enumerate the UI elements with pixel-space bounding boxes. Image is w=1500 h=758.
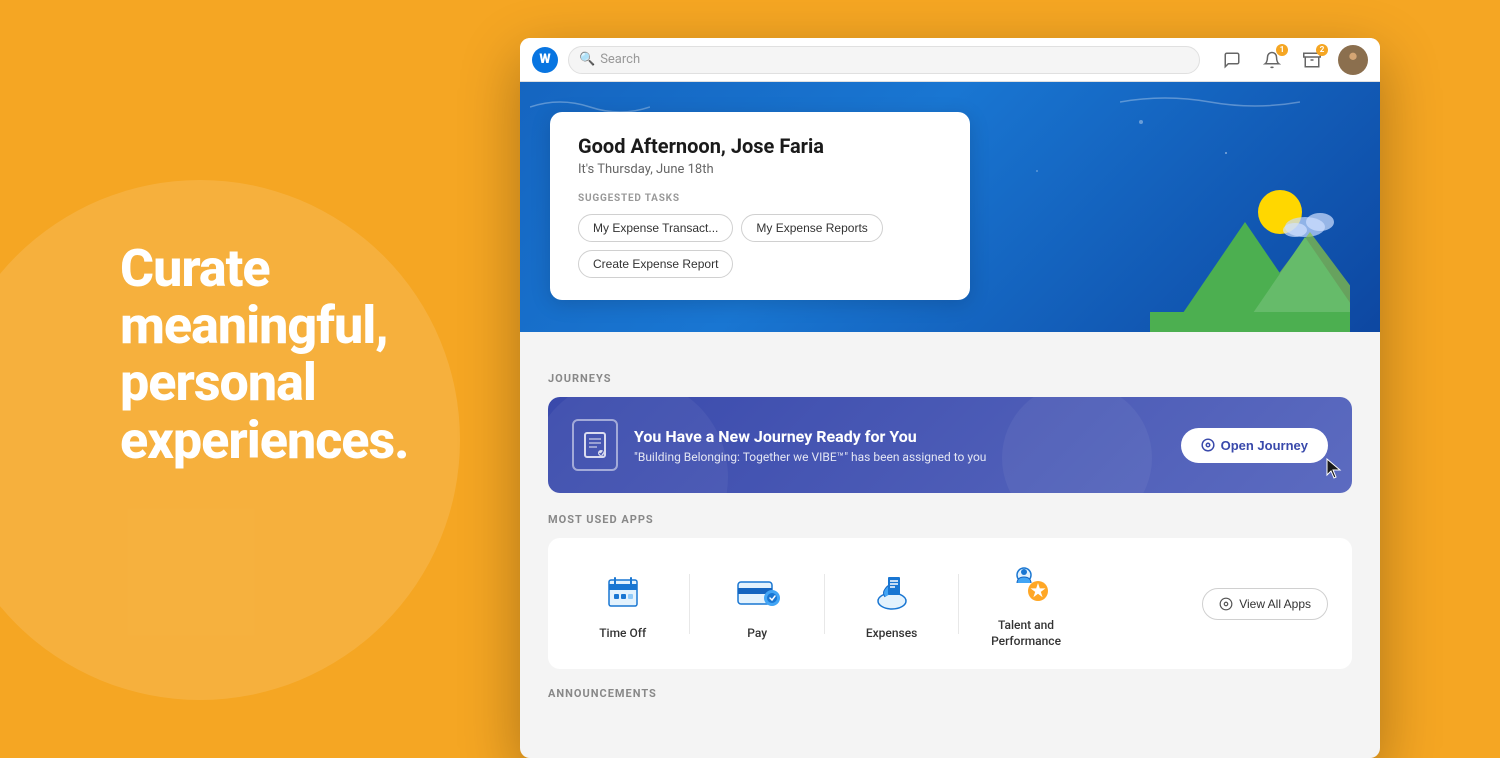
suggested-tasks-list: My Expense Transact... My Expense Report… (578, 214, 942, 278)
app-divider-1 (689, 574, 690, 634)
journeys-section-label: JOURNEYS (548, 372, 1352, 385)
expenses-icon (866, 566, 918, 618)
app-divider-3 (958, 574, 959, 634)
search-placeholder-text: Search (600, 52, 640, 67)
task-create-expense-report[interactable]: Create Expense Report (578, 250, 733, 278)
journeys-section: JOURNEYS You Have a New (548, 372, 1352, 493)
announcements-label: ANNOUNCEMENTS (548, 687, 1352, 700)
greeting-card: Good Afternoon, Jose Faria It's Thursday… (550, 112, 970, 300)
notifications-button[interactable]: 1 (1258, 46, 1286, 74)
browser-window: W 🔍 Search 1 2 (520, 38, 1380, 758)
talent-performance-label: Talent and Performance (991, 618, 1061, 649)
journey-card: You Have a New Journey Ready for You "Bu… (548, 397, 1352, 493)
apps-section-label: MOST USED APPS (548, 513, 1352, 526)
journey-title: You Have a New Journey Ready for You (634, 427, 986, 446)
search-bar[interactable]: 🔍 Search (568, 46, 1200, 74)
chat-button[interactable] (1218, 46, 1246, 74)
pay-label: Pay (747, 626, 767, 642)
main-content: JOURNEYS You Have a New (520, 332, 1380, 732)
view-all-label: View All Apps (1239, 597, 1311, 611)
task-expense-transactions[interactable]: My Expense Transact... (578, 214, 733, 242)
header-icons: 1 2 (1218, 45, 1368, 75)
task-expense-reports[interactable]: My Expense Reports (741, 214, 882, 242)
time-off-label: Time Off (599, 626, 646, 642)
greeting-date: It's Thursday, June 18th (578, 162, 942, 177)
open-journey-button[interactable]: Open Journey (1181, 428, 1328, 463)
hero-banner: Good Afternoon, Jose Faria It's Thursday… (520, 82, 1380, 332)
most-used-apps-section: MOST USED APPS (548, 513, 1352, 669)
announcements-section: ANNOUNCEMENTS (548, 687, 1352, 700)
journey-icon (572, 419, 618, 471)
inbox-button[interactable]: 2 (1298, 46, 1326, 74)
notification-badge: 1 (1276, 44, 1288, 56)
left-tagline-section: Curate meaningful, personal experiences. (120, 240, 480, 469)
mountain-illustration (1150, 172, 1350, 332)
view-all-apps-button[interactable]: View All Apps (1202, 588, 1328, 620)
apps-card: Time Off Pay (548, 538, 1352, 669)
app-talent-performance[interactable]: Talent and Performance (975, 558, 1076, 649)
app-pay[interactable]: Pay (706, 566, 807, 642)
suggested-tasks-label: SUGGESTED TASKS (578, 193, 942, 204)
app-expenses[interactable]: Expenses (841, 566, 942, 642)
browser-topbar: W 🔍 Search 1 2 (520, 38, 1380, 82)
workday-logo: W (532, 47, 558, 73)
greeting-name: Good Afternoon, Jose Faria (578, 134, 942, 158)
pay-icon (731, 566, 783, 618)
user-avatar[interactable] (1338, 45, 1368, 75)
talent-performance-icon (1000, 558, 1052, 610)
search-icon: 🔍 (579, 52, 595, 67)
journey-text: You Have a New Journey Ready for You "Bu… (634, 427, 986, 464)
inbox-badge: 2 (1316, 44, 1328, 56)
app-time-off[interactable]: Time Off (572, 566, 673, 642)
app-divider-2 (824, 574, 825, 634)
tagline-text: Curate meaningful, personal experiences. (120, 240, 480, 469)
expenses-label: Expenses (866, 626, 917, 642)
time-off-icon (597, 566, 649, 618)
journey-subtitle: "Building Belonging: Together we VIBE™" … (634, 450, 986, 464)
journey-card-left: You Have a New Journey Ready for You "Bu… (572, 419, 986, 471)
